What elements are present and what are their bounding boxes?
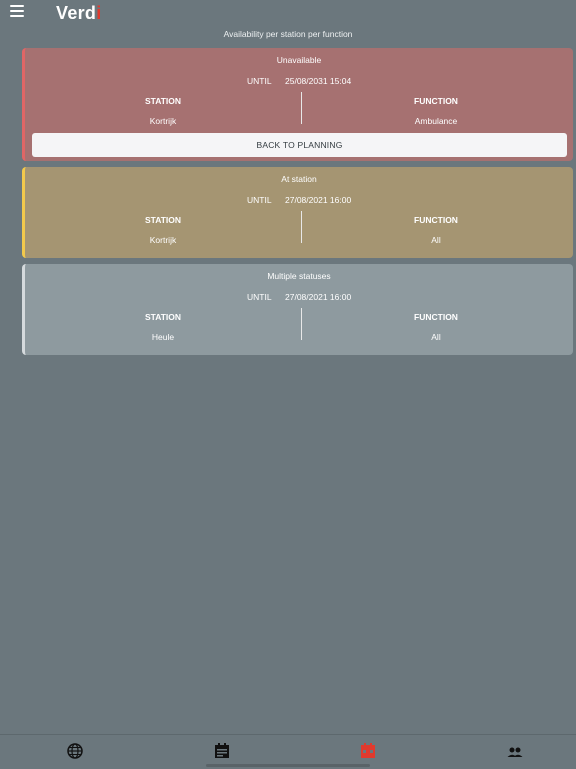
column-divider (301, 211, 302, 243)
status-title: At station (281, 174, 317, 184)
function-label: FUNCTION (414, 96, 458, 106)
station-label: STATION (144, 312, 182, 322)
app-header: Verdi (0, 0, 576, 28)
function-value: All (431, 332, 441, 342)
menu-icon[interactable] (10, 5, 24, 17)
function-label: FUNCTION (414, 215, 458, 225)
until-value: 27/08/2021 16:00 (285, 195, 352, 205)
app-logo: Verdi (56, 3, 102, 23)
status-card-multiple[interactable]: Multiple statuses UNTIL 27/08/2021 16:00… (22, 264, 573, 355)
station-label: STATION (144, 96, 182, 106)
until-label: UNTIL (247, 292, 272, 302)
station-value: Kortrijk (149, 116, 177, 126)
column-divider (301, 92, 302, 124)
back-to-planning-button[interactable]: BACK TO PLANNING (32, 133, 567, 157)
globe-icon[interactable] (66, 742, 86, 760)
station-value: Kortrijk (149, 235, 177, 245)
until-label: UNTIL (247, 76, 272, 86)
column-divider (301, 308, 302, 340)
station-label: STATION (144, 215, 182, 225)
calendar-icon[interactable] (213, 742, 233, 760)
until-value: 27/08/2021 16:00 (285, 292, 352, 302)
status-title: Multiple statuses (267, 271, 331, 281)
until-value: 25/08/2031 15:04 (285, 76, 352, 86)
home-indicator (206, 764, 370, 767)
function-value: All (431, 235, 441, 245)
page-subtitle: Availability per station per function (223, 29, 353, 39)
function-value: Ambulance (414, 116, 458, 126)
until-label: UNTIL (247, 195, 272, 205)
people-icon[interactable] (506, 742, 526, 760)
calendar-alert-icon[interactable] (359, 742, 379, 760)
status-title: Unavailable (276, 55, 322, 65)
status-card-at-station[interactable]: At station UNTIL 27/08/2021 16:00 STATIO… (22, 167, 573, 258)
station-value: Heule (151, 332, 175, 342)
status-card-unavailable: Unavailable UNTIL 25/08/2031 15:04 STATI… (22, 48, 573, 161)
function-label: FUNCTION (414, 312, 458, 322)
